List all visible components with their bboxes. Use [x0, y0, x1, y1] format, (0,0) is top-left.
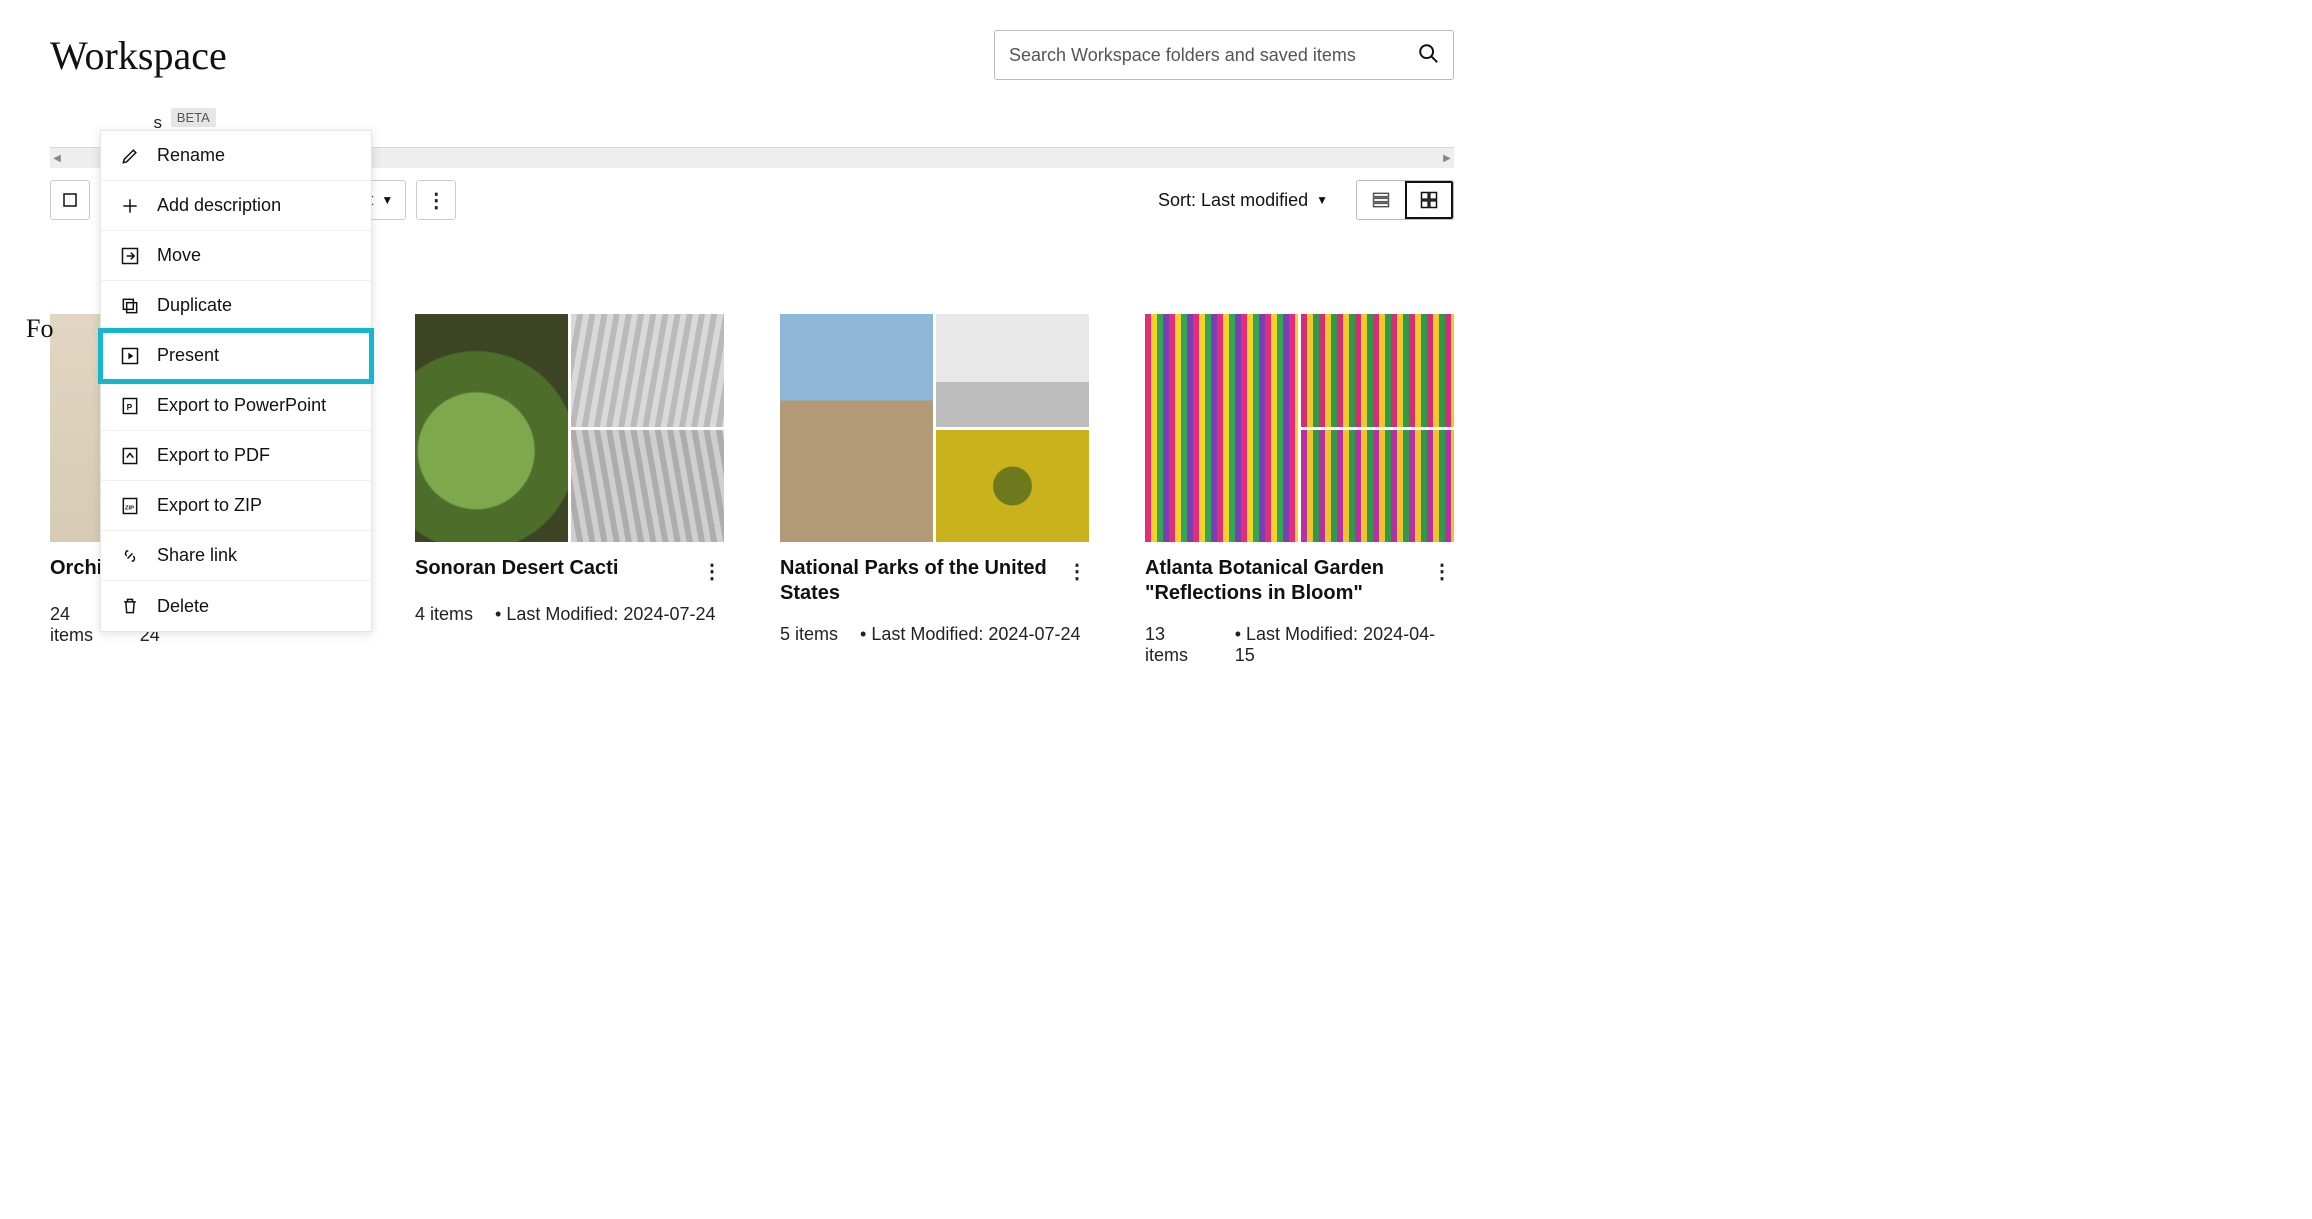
scroll-left-arrow-icon[interactable]: ◀	[50, 148, 64, 168]
folder-thumbnail	[415, 314, 724, 542]
beta-badge: BETA	[171, 108, 216, 127]
folder-thumbnail	[780, 314, 1089, 542]
menu-add-description[interactable]: Add description	[101, 181, 371, 231]
search-field-wrap[interactable]	[994, 30, 1454, 80]
plus-icon	[119, 195, 141, 217]
folder-title: National Parks of the United States	[780, 556, 1057, 606]
present-icon	[119, 345, 141, 367]
folder-item-count: 4 items	[415, 604, 473, 625]
menu-present[interactable]: Present	[101, 331, 371, 381]
folder-item-count: 13 items	[1145, 624, 1213, 666]
view-grid-button[interactable]	[1405, 181, 1453, 219]
view-toggle	[1356, 180, 1454, 220]
folder-card[interactable]: Sonoran Desert Cacti 4 items Last Modifi…	[415, 314, 724, 666]
folder-more-button[interactable]	[1065, 556, 1089, 586]
search-input[interactable]	[1009, 45, 1417, 66]
folder-card[interactable]: National Parks of the United States 5 it…	[780, 314, 1089, 666]
scroll-right-arrow-icon[interactable]: ▶	[1440, 148, 1454, 168]
link-icon	[119, 545, 141, 567]
menu-rename[interactable]: Rename	[101, 131, 371, 181]
duplicate-icon	[119, 295, 141, 317]
folder-title: Atlanta Botanical Garden "Reflections in…	[1145, 556, 1422, 606]
menu-export-zip[interactable]: ZIP Export to ZIP	[101, 481, 371, 531]
toolbar-more-button[interactable]	[416, 180, 456, 220]
folder-modified: Last Modified: 2024-04-15	[1235, 624, 1454, 666]
menu-duplicate[interactable]: Duplicate	[101, 281, 371, 331]
context-menu: Rename Add description Move Duplicate Pr…	[100, 130, 372, 632]
menu-move[interactable]: Move	[101, 231, 371, 281]
dots-vertical-icon	[426, 188, 446, 213]
folder-more-button[interactable]	[700, 556, 724, 586]
section-heading-folders: Fo	[26, 314, 53, 344]
chevron-down-icon: ▼	[1316, 193, 1328, 207]
folder-modified: Last Modified: 2024-07-24	[495, 604, 715, 625]
pencil-icon	[119, 145, 141, 167]
page-title: Workspace	[50, 32, 227, 79]
move-icon	[119, 245, 141, 267]
folder-more-button[interactable]	[1430, 556, 1454, 586]
menu-delete[interactable]: Delete	[101, 581, 371, 631]
menu-export-powerpoint[interactable]: P Export to PowerPoint	[101, 381, 371, 431]
folder-title: Sonoran Desert Cacti	[415, 556, 618, 581]
menu-export-pdf[interactable]: Export to PDF	[101, 431, 371, 481]
sort-indicator[interactable]: Sort: Last modified ▼	[1158, 190, 1328, 211]
svg-text:P: P	[127, 402, 133, 412]
toolbar-button-left[interactable]	[50, 180, 90, 220]
chevron-down-icon: ▼	[381, 193, 393, 207]
dots-vertical-icon	[1067, 559, 1087, 584]
folder-card[interactable]: Atlanta Botanical Garden "Reflections in…	[1145, 314, 1454, 666]
folder-item-count: 5 items	[780, 624, 838, 645]
dots-vertical-icon	[702, 559, 722, 584]
svg-text:ZIP: ZIP	[125, 505, 134, 511]
view-list-button[interactable]	[1357, 181, 1405, 219]
menu-share-link[interactable]: Share link	[101, 531, 371, 581]
folder-modified: Last Modified: 2024-07-24	[860, 624, 1080, 645]
zip-icon: ZIP	[119, 495, 141, 517]
trash-icon	[119, 595, 141, 617]
dots-vertical-icon	[1432, 559, 1452, 584]
search-icon[interactable]	[1417, 42, 1439, 69]
pdf-icon	[119, 445, 141, 467]
folder-thumbnail	[1145, 314, 1454, 542]
powerpoint-icon: P	[119, 395, 141, 417]
